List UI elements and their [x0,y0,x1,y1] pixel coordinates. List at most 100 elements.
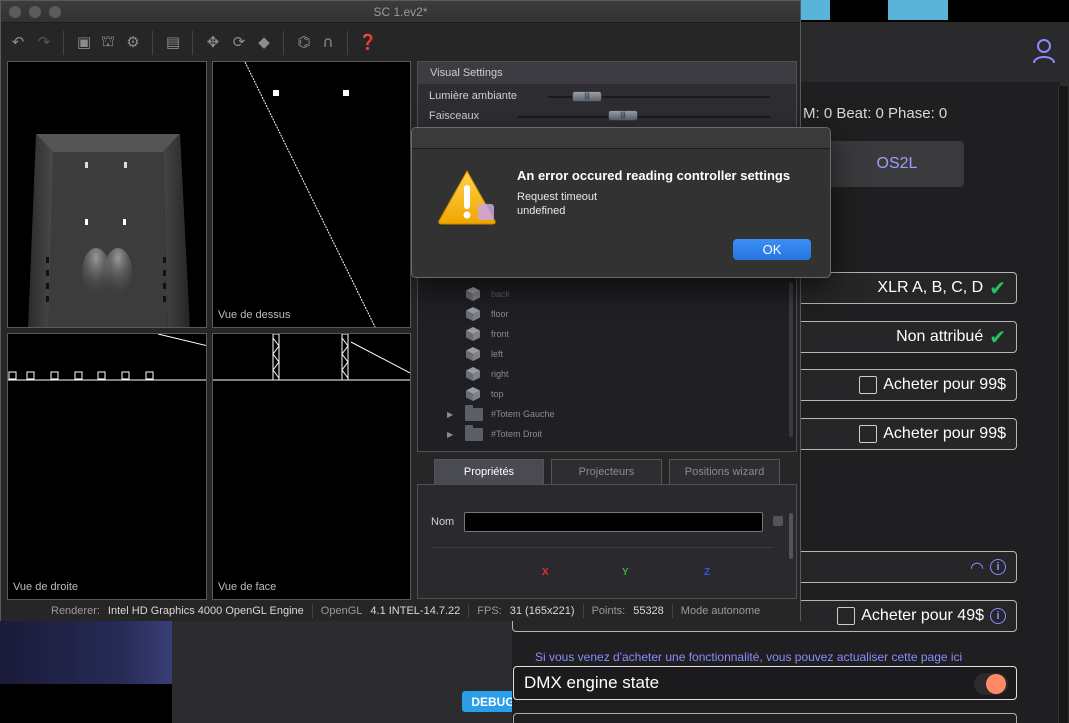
cube-icon [466,387,480,401]
buy-checkbox[interactable] [859,376,878,394]
front-view[interactable]: Vue de face [212,333,411,600]
front-view-label: Vue de face [218,581,277,593]
refresh-hint-link[interactable]: Si vous venez d'acheter une fonctionnali… [535,650,962,664]
nom-clear-icon[interactable] [773,516,783,526]
cube-icon [466,347,480,361]
tree-item-label: right [491,369,509,379]
beams-slider[interactable]: ||| [608,110,638,121]
toolbar-separator [63,31,64,55]
rotate-icon[interactable]: ⟳ [230,33,248,51]
tree-item-label: floor [491,309,509,319]
folder-icon [465,404,483,421]
nom-label: Nom [431,516,455,528]
dialog-message-line-1: Request timeout [517,191,598,203]
dialog-title-bar [412,128,830,149]
status-separator [311,604,313,618]
fps-label: FPS: [477,605,502,617]
dialog-title: An error occured reading controller sett… [517,168,791,183]
cube-icon [466,287,480,301]
cyan-tab[interactable] [888,0,948,20]
cube-icon [466,327,480,341]
main-window: SC 1.ev2* ↶ ↷ ▣ ⛫ ⚙ ▤ ✥ ⟳ ◆ ⌬ ∩ ❓ Vue de… [0,0,801,621]
ambient-light-slider[interactable]: ||| [572,91,602,102]
points-label: Points: [591,605,626,617]
tree-item-label: #Totem Droit [491,429,543,439]
top-view[interactable]: Vue de dessus [212,61,411,328]
tree-item-label: back [491,289,511,299]
background-scrollbar[interactable] [1058,86,1068,723]
top-view-scene [244,62,376,327]
buy-label: Acheter pour 99$ [883,425,1006,442]
tab-projecteurs[interactable]: Projecteurs [551,459,662,484]
tree-item[interactable]: right [465,365,509,383]
perspective-scene [28,134,190,327]
tree-item-label: #Totem Gauche [491,409,555,419]
perspective-view[interactable] [7,61,207,328]
desktop-background [0,620,172,684]
right-view[interactable]: Vue de droite [7,333,207,600]
tree-item[interactable]: left [465,345,503,363]
undo-icon[interactable]: ↶ [9,33,27,51]
visual-settings-panel: Visual Settings Lumière ambiante ||| Fai… [417,61,797,131]
info-icon[interactable]: i [990,559,1006,575]
tree-item[interactable]: floor [465,305,509,323]
mode-label: Mode autonome [680,605,761,617]
tree-item[interactable]: back [465,285,510,303]
toolbar-separator [152,31,153,55]
buy-label: Acheter pour 49$ [861,607,984,624]
settings-icon[interactable]: ⚙ [124,33,142,51]
tab-proprietes[interactable]: Propriétés [434,459,544,484]
tab-positions-wizard[interactable]: Positions wizard [669,459,780,484]
status-bar: Renderer: Intel HD Graphics 4000 OpenGL … [1,601,800,621]
opengl-value: 4.1 INTEL-14.7.22 [370,605,461,617]
tree-item[interactable]: top [465,385,504,403]
truss-icon[interactable]: ⌬ [295,33,313,51]
properties-scrollbar[interactable] [789,513,793,559]
nom-input[interactable] [464,512,763,532]
scale-icon[interactable]: ◆ [255,33,273,51]
dmx-engine-label: DMX engine state [524,673,660,692]
dmx-state-indicator[interactable] [986,674,1006,694]
xlr-label: XLR A, B, C, D [877,279,984,296]
properties-divider [432,547,772,548]
move-icon[interactable]: ✥ [204,33,222,51]
toolbar-separator [283,31,284,55]
beams-label: Faisceaux [429,110,480,122]
axis-z-label: Z [704,567,711,578]
stage-icon[interactable]: ⛫ [99,32,117,51]
right-view-label: Vue de droite [13,581,79,593]
ambient-light-label: Lumière ambiante [429,90,518,102]
buy-checkbox[interactable] [837,607,856,625]
expand-arrow-icon[interactable]: ▶ [447,430,453,439]
fit-view-icon[interactable]: ▣ [75,33,93,51]
help-icon[interactable]: ❓ [359,33,378,51]
toolbar: ↶ ↷ ▣ ⛫ ⚙ ▤ ✥ ⟳ ◆ ⌬ ∩ ❓ [1,23,800,61]
status-separator [671,604,673,618]
title-bar: SC 1.ev2* [1,1,800,23]
visual-settings-title: Visual Settings [418,62,796,84]
tree-item-label: front [491,329,510,339]
magnet-icon[interactable]: ∩ [319,33,337,51]
chart-icon[interactable]: ▤ [164,33,182,51]
user-icon[interactable] [1032,38,1056,64]
dialog-message-line-2: undefined [517,205,566,217]
window-title: SC 1.ev2* [373,5,428,19]
error-dialog: An error occured reading controller sett… [411,127,831,278]
spinner-icon: ◠ [970,557,984,577]
tree-scrollbar[interactable] [789,282,793,437]
cyan-tab[interactable] [800,0,830,20]
beams-track[interactable] [518,116,770,118]
top-view-label: Vue de dessus [218,309,291,321]
info-icon[interactable]: i [990,608,1006,624]
front-view-scene [213,334,410,381]
ok-button[interactable]: OK [733,239,811,260]
folder-icon [465,424,483,441]
tree-item[interactable]: ▶ #Totem Gauche [447,404,555,423]
buy-checkbox[interactable] [859,425,878,443]
tree-item[interactable]: front [465,325,509,343]
points-value: 55328 [633,605,664,617]
redo-icon[interactable]: ↷ [35,33,53,51]
cube-icon [466,307,480,321]
expand-arrow-icon[interactable]: ▶ [447,410,453,419]
tree-item[interactable]: ▶ #Totem Droit [447,424,543,443]
